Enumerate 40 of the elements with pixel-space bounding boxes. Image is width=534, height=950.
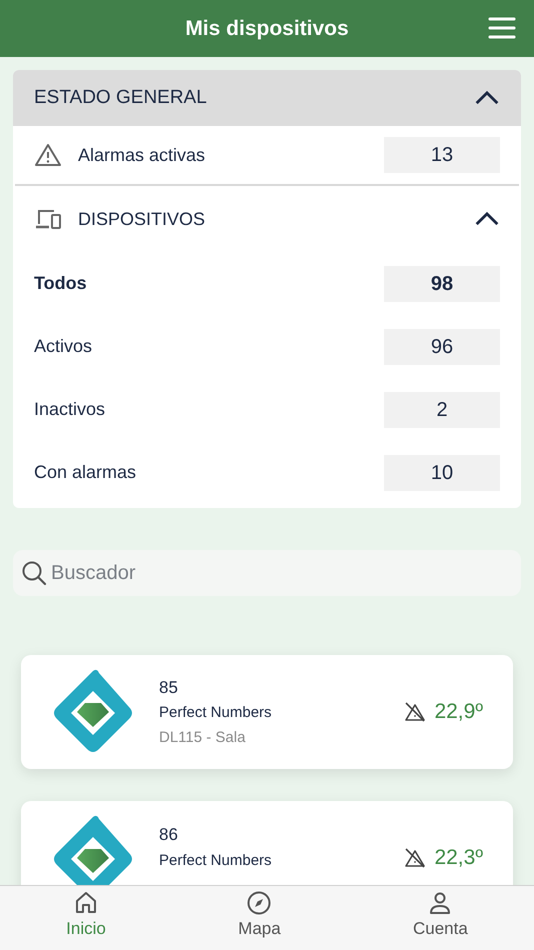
devices-section-title: DISPOSITIVOS <box>78 208 206 230</box>
nav-tab[interactable]: Cuenta <box>413 886 468 950</box>
alarms-label: Alarmas activas <box>78 144 206 166</box>
menu-button[interactable] <box>488 16 516 40</box>
temperature-value: 22,9º <box>434 699 483 726</box>
alarms-count: 13 <box>384 137 500 173</box>
nav-tab[interactable]: Inicio <box>66 886 106 950</box>
filter-label: Todos <box>34 272 87 295</box>
warning-icon <box>34 143 62 167</box>
filter-label: Con alarmas <box>34 461 136 484</box>
section-title: ESTADO GENERAL <box>34 86 207 110</box>
filter-count: 98 <box>384 266 500 302</box>
alarm-off-icon <box>404 702 426 722</box>
filter-row[interactable]: Inactivos 2 <box>13 378 521 441</box>
chevron-up-icon[interactable] <box>474 211 500 227</box>
page-title: Mis dispositivos <box>185 16 349 42</box>
alarm-off-icon <box>404 848 426 868</box>
filter-label: Inactivos <box>34 398 106 421</box>
filter-count: 10 <box>384 454 500 490</box>
filter-count: 96 <box>384 328 500 364</box>
device-card[interactable]: 86 Perfect Numbers 22,3º <box>21 801 513 885</box>
chevron-up-icon[interactable] <box>474 90 500 106</box>
home-icon <box>73 890 99 916</box>
device-number: 86 <box>159 824 179 846</box>
filter-row[interactable]: Todos 98 <box>13 252 521 315</box>
compass-icon <box>246 890 272 916</box>
filter-label: Activos <box>34 335 92 358</box>
menu-icon <box>488 16 516 40</box>
device-number: 85 <box>159 676 179 699</box>
devices-icon <box>34 208 62 230</box>
search-field[interactable]: Buscador <box>13 550 521 596</box>
device-location: DL115 - Sala <box>159 728 246 748</box>
device-card[interactable]: 85 Perfect Numbers DL115 - Sala 22,9º <box>21 655 513 769</box>
filter-count: 2 <box>384 392 500 428</box>
filter-row[interactable]: Activos 96 <box>13 315 521 378</box>
temperature-value: 22,3º <box>434 845 483 872</box>
device-name: Perfect Numbers <box>159 850 273 870</box>
filter-row[interactable]: Con alarmas 10 <box>13 441 521 504</box>
nav-tab[interactable]: Mapa <box>238 886 281 950</box>
device-name: Perfect Numbers <box>159 703 273 724</box>
